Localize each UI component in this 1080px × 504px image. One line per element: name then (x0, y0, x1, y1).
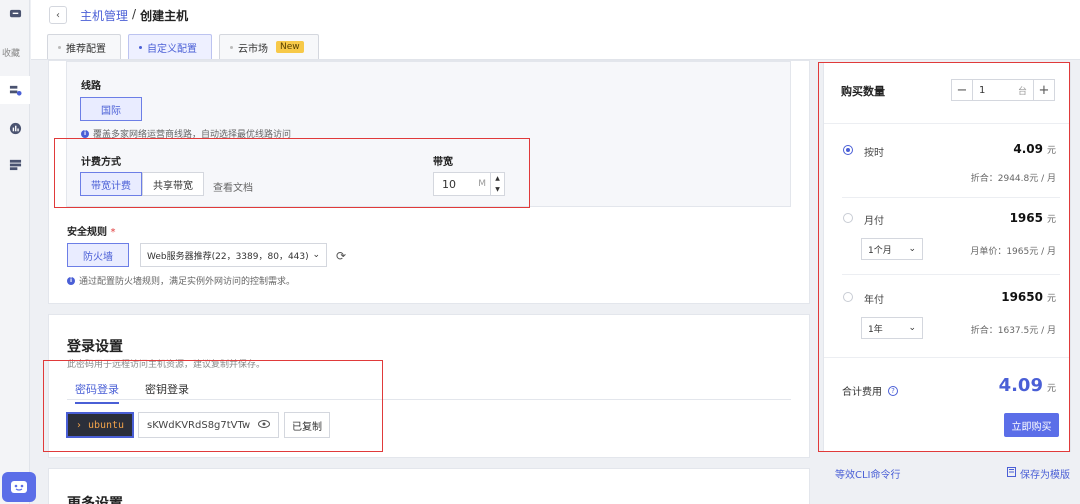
cli-link[interactable]: 等效CLI命令行 (835, 466, 901, 481)
required-mark: * (110, 227, 116, 238)
security-label: 安全规则 * (67, 223, 115, 238)
tab-label: 云市场 (238, 43, 268, 55)
new-badge: New (276, 41, 304, 53)
tab-custom[interactable]: 自定义配置 (128, 34, 212, 59)
left-nav: 收藏 (0, 0, 36, 504)
highlight-billing (54, 138, 530, 208)
page-title: 创建主机 (140, 9, 189, 23)
info-icon: i (67, 276, 75, 285)
save-template-link[interactable]: 保存为模版 (1007, 466, 1070, 481)
config-tabs: 推荐配置 自定义配置 云市场 New (47, 34, 319, 59)
security-label-text: 安全规则 (67, 227, 107, 238)
tab-label: 自定义配置 (147, 43, 197, 55)
breadcrumb-separator: / (132, 7, 137, 21)
breadcrumb-parent[interactable]: 主机管理 (80, 7, 128, 24)
save-template-text[interactable]: 保存为模版 (1020, 466, 1070, 481)
breadcrumb: 主机管理 / 创建主机 (80, 7, 188, 24)
info-icon: i (81, 129, 89, 138)
tab-label: 推荐配置 (66, 43, 106, 55)
login-title: 登录设置 (67, 339, 123, 355)
back-button[interactable]: ‹ (49, 6, 67, 24)
line-international-button[interactable]: 国际 (80, 97, 142, 121)
security-hint-text: 通过配置防火墙规则，满足实例外网访问的控制需求。 (79, 277, 296, 287)
storage-icon[interactable] (0, 150, 30, 178)
assistant-bot-icon[interactable] (2, 472, 36, 502)
cli-link-text[interactable]: 等效CLI命令行 (835, 466, 901, 481)
line-label: 线路 (81, 81, 101, 92)
firewall-rule-value: Web服务器推荐(22，3389，80，443) (147, 251, 309, 262)
tab-recommended[interactable]: 推荐配置 (47, 34, 121, 59)
refresh-icon[interactable]: ⟳ (336, 249, 346, 263)
more-settings-title: 更多设置 (67, 496, 123, 504)
page-header: ‹ 主机管理 / 创建主机 推荐配置 自定义配置 云市场 New (31, 0, 1080, 60)
monitor-icon[interactable] (0, 114, 30, 142)
security-hint: i 通过配置防火墙规则，满足实例外网访问的控制需求。 (67, 274, 295, 287)
more-settings-card: 更多设置 (48, 468, 810, 504)
tab-marketplace[interactable]: 云市场 New (219, 34, 319, 59)
firewall-button[interactable]: 防火墙 (67, 243, 129, 267)
highlight-login (43, 360, 383, 452)
chat-icon[interactable] (0, 0, 30, 28)
favorites-label[interactable]: 收藏 (0, 46, 30, 59)
host-list-icon[interactable] (0, 76, 30, 104)
firewall-rule-select[interactable]: Web服务器推荐(22，3389，80，443) ⌄ (140, 243, 327, 267)
save-template-icon (1007, 467, 1016, 480)
chevron-down-icon: ⌄ (312, 250, 320, 260)
highlight-purchase (818, 62, 1070, 452)
